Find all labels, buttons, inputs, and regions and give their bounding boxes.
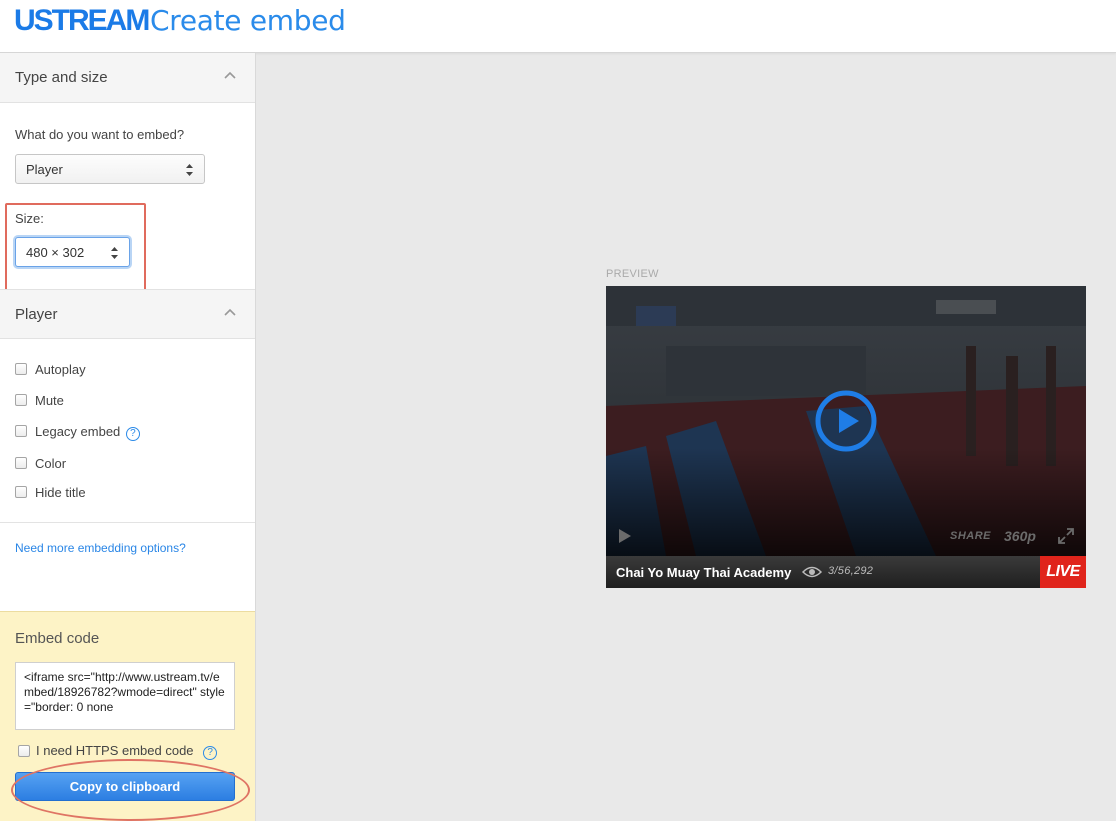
sidebar: Type and size What do you want to embed?… — [0, 53, 256, 821]
embed-type-select[interactable]: Player — [15, 154, 205, 184]
type-and-size-header[interactable]: Type and size — [0, 53, 255, 103]
player-title: Player — [15, 306, 58, 323]
legacy-embed-label-wrap: Legacy embed ? — [35, 424, 140, 441]
size-select[interactable]: 480 × 302 — [15, 237, 130, 267]
eye-icon — [802, 566, 822, 578]
viewer-count: 3/56,292 — [828, 565, 874, 577]
play-control-icon[interactable] — [618, 528, 632, 544]
hide-title-label: Hide title — [35, 485, 86, 500]
quality-button[interactable]: 360p — [1004, 528, 1036, 544]
embed-code-title: Embed code — [15, 630, 100, 647]
live-badge: LIVE — [1040, 556, 1086, 588]
mute-label: Mute — [35, 393, 64, 408]
share-button[interactable]: SHARE — [950, 530, 991, 542]
autoplay-checkbox[interactable] — [15, 363, 27, 375]
preview-label: PREVIEW — [606, 268, 659, 280]
channel-title[interactable]: Chai Yo Muay Thai Academy — [616, 565, 791, 580]
play-icon[interactable] — [814, 389, 878, 453]
copy-highlight-ellipse — [11, 759, 250, 821]
player-header[interactable]: Player — [0, 289, 255, 339]
embed-code-textarea[interactable]: <iframe src="http://www.ustream.tv/embed… — [15, 662, 235, 730]
select-arrows-icon — [186, 164, 193, 176]
video-player[interactable]: SHARE 360p Chai Yo Muay Thai Academy 3/5… — [606, 286, 1086, 588]
fullscreen-icon[interactable] — [1057, 527, 1075, 545]
embed-type-question: What do you want to embed? — [15, 127, 185, 142]
color-label: Color — [35, 456, 67, 471]
embed-code-panel: Embed code <iframe src="http://www.ustre… — [0, 611, 255, 821]
type-and-size-title: Type and size — [15, 69, 108, 86]
divider — [0, 522, 255, 523]
hide-title-checkbox[interactable] — [15, 486, 27, 498]
chevron-up-icon[interactable] — [223, 69, 237, 83]
embed-type-value: Player — [26, 162, 63, 177]
https-label: I need HTTPS embed code — [36, 743, 194, 758]
legacy-embed-label: Legacy embed — [35, 424, 121, 439]
mute-checkbox[interactable] — [15, 394, 27, 406]
player-info-bar: Chai Yo Muay Thai Academy 3/56,292 LIVE — [606, 556, 1086, 588]
https-checkbox[interactable] — [18, 745, 30, 757]
https-label-wrap: I need HTTPS embed code ? — [36, 743, 218, 760]
more-embedding-options-link[interactable]: Need more embedding options? — [15, 541, 186, 555]
chevron-up-icon[interactable] — [223, 306, 237, 320]
size-label: Size: — [15, 211, 44, 226]
size-value: 480 × 302 — [26, 245, 85, 260]
autoplay-label: Autoplay — [35, 362, 86, 377]
help-icon[interactable]: ? — [125, 427, 140, 441]
select-arrows-icon — [111, 247, 118, 259]
legacy-embed-checkbox[interactable] — [15, 425, 27, 437]
ustream-logo[interactable]: USTREAM — [14, 4, 150, 38]
page-title: Create embed — [150, 4, 346, 37]
header: USTREAM Create embed — [0, 0, 1116, 53]
color-checkbox[interactable] — [15, 457, 27, 469]
help-icon[interactable]: ? — [203, 746, 218, 760]
